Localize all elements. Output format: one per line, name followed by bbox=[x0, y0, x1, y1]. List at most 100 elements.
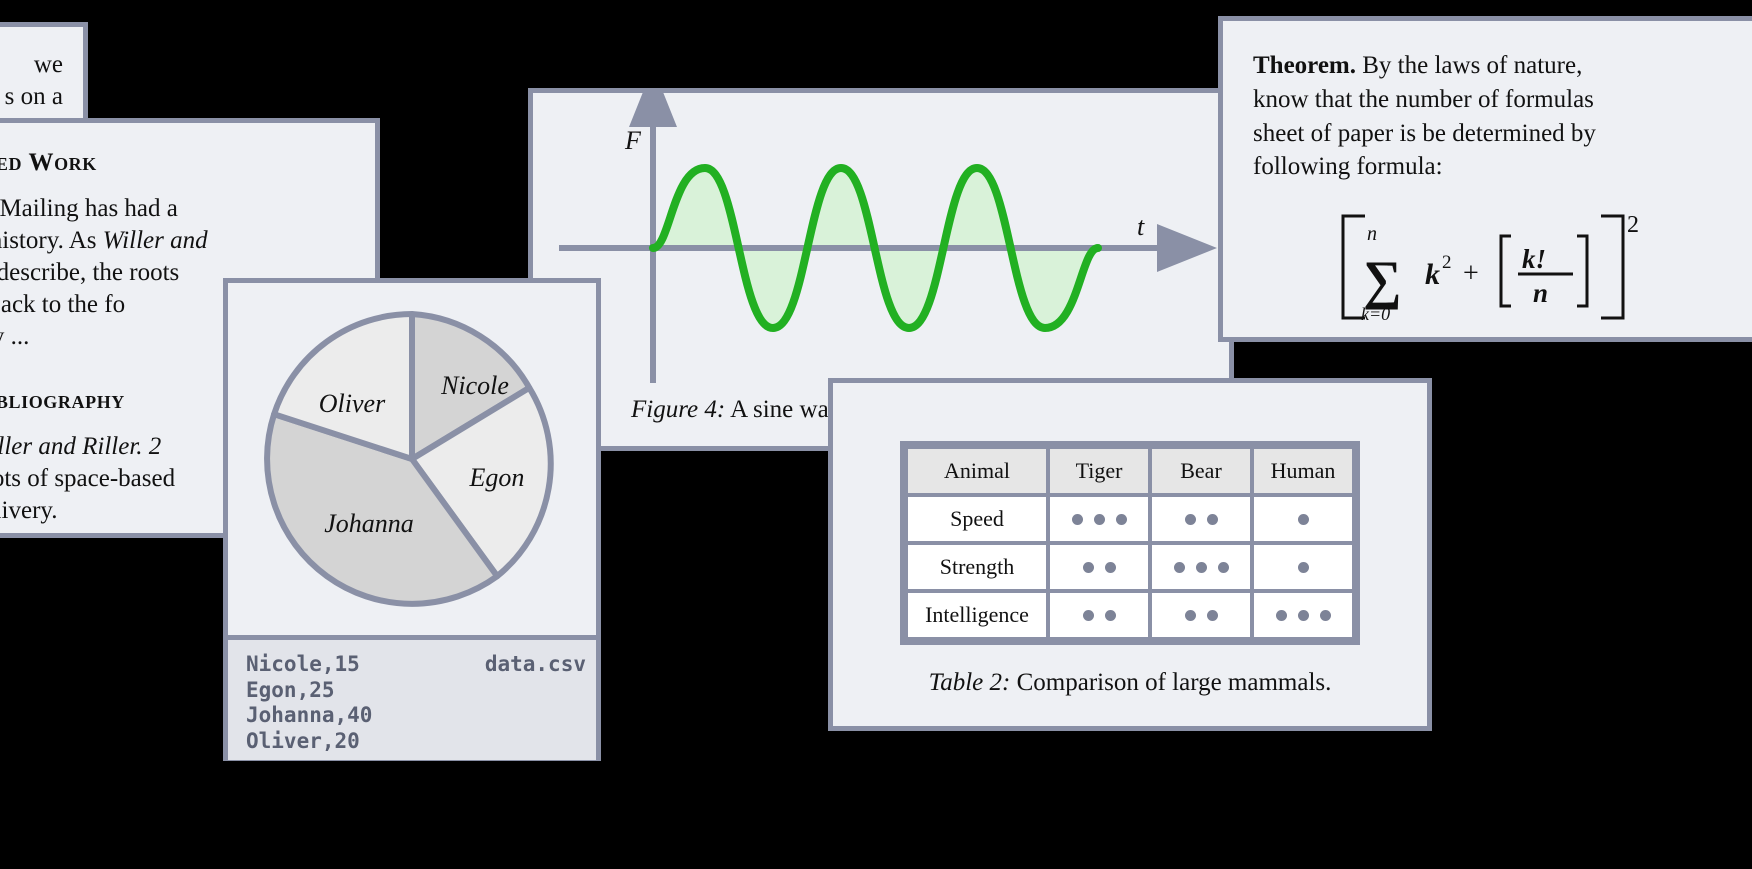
dot bbox=[1297, 513, 1309, 525]
figure-caption-prefix: Figure 4: bbox=[631, 396, 726, 423]
mammals-table: Animal Tiger Bear Human Speed Strength I… bbox=[900, 441, 1360, 645]
cell-speed-human bbox=[1254, 497, 1352, 541]
row-label-strength: Strength bbox=[908, 545, 1046, 589]
table-col-bear: Bear bbox=[1152, 449, 1250, 493]
table-caption: Table 2: Comparison of large mammals. bbox=[859, 669, 1401, 697]
y-axis-label: F bbox=[624, 126, 642, 155]
formula-plus: + bbox=[1463, 258, 1479, 289]
dot bbox=[1206, 609, 1218, 621]
related-line-5: ury ... bbox=[0, 323, 30, 350]
dot bbox=[1217, 561, 1229, 573]
formula-graphic: n ∑ k=0 k 2 + k! n 2 bbox=[1341, 212, 1639, 324]
intro-line-1: we bbox=[33, 51, 63, 78]
theorem-line-4: following formula: bbox=[1253, 153, 1443, 181]
table-col-human: Human bbox=[1254, 449, 1352, 493]
table-col-animal: Animal bbox=[908, 449, 1046, 493]
theorem-label: Theorem. bbox=[1253, 52, 1356, 79]
cell-speed-bear bbox=[1152, 497, 1250, 541]
dot-rating bbox=[1260, 609, 1346, 621]
dot-rating bbox=[1158, 609, 1244, 621]
theorem-line-1: By the laws of nature, bbox=[1356, 52, 1583, 79]
table-header-row: Animal Tiger Bear Human bbox=[908, 449, 1352, 493]
formula-inner-left-floor bbox=[1499, 234, 1511, 308]
dot bbox=[1319, 609, 1331, 621]
dot-rating bbox=[1158, 561, 1244, 573]
pie-label-egon: Egon bbox=[469, 463, 525, 492]
dot bbox=[1275, 609, 1287, 621]
canvas-background: we s on a v the ated Work ce Mailing has… bbox=[0, 0, 1752, 869]
pie-label-nicale: Nicole bbox=[440, 371, 509, 400]
theorem-body: Theorem. By the laws of nature, know tha… bbox=[1223, 21, 1752, 360]
table-row: Intelligence bbox=[908, 593, 1352, 637]
bibliography-authors: Willer and Riller. 2 bbox=[0, 433, 162, 460]
dot-rating bbox=[1056, 561, 1142, 573]
formula-term-k-exponent: 2 bbox=[1442, 252, 1452, 273]
related-line-2: o history. As bbox=[0, 227, 97, 254]
dot bbox=[1093, 513, 1105, 525]
bibliography-line-2: roots of space-based bbox=[0, 465, 176, 492]
intro-line-2: s on a bbox=[4, 83, 63, 110]
table-row: Speed bbox=[908, 497, 1352, 541]
theorem-formula: n ∑ k=0 k 2 + k! n 2 bbox=[1253, 202, 1743, 332]
formula-term-k: k bbox=[1425, 258, 1440, 291]
cell-strength-human bbox=[1254, 545, 1352, 589]
dot bbox=[1104, 561, 1116, 573]
pie-label-oliver: Oliver bbox=[319, 389, 386, 418]
table-card: Animal Tiger Bear Human Speed Strength I… bbox=[828, 378, 1432, 731]
cell-strength-tiger bbox=[1050, 545, 1148, 589]
row-label-speed: Speed bbox=[908, 497, 1046, 541]
dot bbox=[1071, 513, 1083, 525]
dot bbox=[1115, 513, 1127, 525]
cell-intelligence-tiger bbox=[1050, 593, 1148, 637]
cell-intelligence-human bbox=[1254, 593, 1352, 637]
dot bbox=[1184, 609, 1196, 621]
table-row: Strength bbox=[908, 545, 1352, 589]
x-axis-label: t bbox=[1137, 212, 1145, 241]
pie-chart: Nicole Egon Johanna Oliver bbox=[264, 311, 554, 607]
table-col-tiger: Tiger bbox=[1050, 449, 1148, 493]
theorem-card: Theorem. By the laws of nature, know tha… bbox=[1218, 16, 1752, 342]
related-work-heading: ated Work bbox=[0, 149, 97, 176]
related-line-4: e back to the fo bbox=[0, 291, 126, 318]
dot bbox=[1082, 609, 1094, 621]
theorem-paragraph: Theorem. By the laws of nature, know tha… bbox=[1253, 49, 1743, 184]
pie-chart-area: Nicole Egon Johanna Oliver bbox=[228, 283, 596, 635]
pie-label-johanna: Johanna bbox=[324, 509, 414, 538]
formula-right-bracket bbox=[1601, 214, 1625, 320]
dot bbox=[1184, 513, 1196, 525]
dot bbox=[1082, 561, 1094, 573]
table-card-body: Animal Tiger Bear Human Speed Strength I… bbox=[833, 383, 1427, 715]
sum-lower-limit: k=0 bbox=[1361, 304, 1390, 324]
formula-fraction-denominator: n bbox=[1533, 278, 1548, 308]
formula-left-bracket bbox=[1341, 214, 1365, 320]
theorem-line-2: know that the number of formulas bbox=[1253, 85, 1594, 113]
bibliography-line-3: delivery. bbox=[0, 497, 58, 524]
dot-rating bbox=[1260, 513, 1346, 525]
dot bbox=[1206, 513, 1218, 525]
table-header: Animal Tiger Bear Human bbox=[908, 449, 1352, 493]
csv-code-block: Nicole,15 Egon,25 Johanna,40 Oliver,20 d… bbox=[228, 635, 596, 760]
formula-outer-exponent: 2 bbox=[1627, 212, 1639, 238]
dot bbox=[1297, 561, 1309, 573]
table-caption-text: Comparison of large mammals. bbox=[1010, 669, 1332, 696]
pie-chart-card: Nicole Egon Johanna Oliver Nicole,15 Ego… bbox=[223, 278, 601, 761]
dot-rating bbox=[1158, 513, 1244, 525]
table-caption-prefix: Table 2: bbox=[928, 669, 1011, 696]
figure-caption: Figure 4: A sine wave bbox=[631, 396, 852, 424]
row-label-intelligence: Intelligence bbox=[908, 593, 1046, 637]
dot bbox=[1195, 561, 1207, 573]
dot-rating bbox=[1260, 561, 1346, 573]
pie-slices bbox=[264, 311, 554, 607]
csv-filename-label: data.csv bbox=[484, 652, 586, 676]
dot bbox=[1297, 609, 1309, 621]
sum-symbol: ∑ bbox=[1363, 250, 1402, 310]
related-line-1: ce Mailing has had a bbox=[0, 195, 178, 222]
related-line-3: er describe, the roots bbox=[0, 259, 180, 286]
dot-rating bbox=[1056, 609, 1142, 621]
dot bbox=[1173, 561, 1185, 573]
formula-inner-right-floor bbox=[1577, 234, 1589, 308]
formula-fraction-numerator: k! bbox=[1522, 244, 1546, 274]
cell-strength-bear bbox=[1152, 545, 1250, 589]
cell-intelligence-bear bbox=[1152, 593, 1250, 637]
dot-rating bbox=[1056, 513, 1142, 525]
